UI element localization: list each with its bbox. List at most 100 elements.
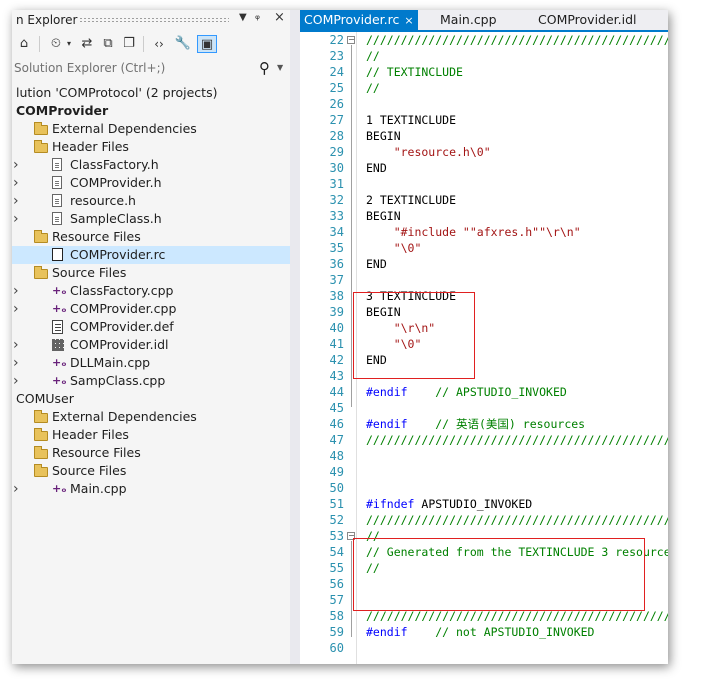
code-line[interactable]: // TEXTINCLUDE [366, 64, 463, 80]
code-line[interactable]: BEGIN [366, 208, 401, 224]
expand-arrow-icon[interactable]: › [13, 480, 19, 498]
code-token: BEGIN [366, 209, 401, 223]
tree-item[interactable]: External Dependencies [12, 408, 290, 426]
code-line[interactable]: #ifndef APSTUDIO_INVOKED [366, 496, 532, 512]
tree-item[interactable]: › +ₒ COMProvider.cpp [12, 300, 290, 318]
tab-comprovider-rc[interactable]: COMProvider.rc × [300, 10, 418, 30]
expand-arrow-icon[interactable]: › [13, 300, 19, 318]
code-line[interactable]: ////////////////////////////////////////… [366, 432, 668, 448]
code-line[interactable]: ////////////////////////////////////////… [366, 32, 668, 48]
cpp-file-icon: +ₒ [52, 284, 67, 297]
history-icon[interactable]: ⏲ [46, 35, 66, 53]
code-token: // 英语(美国) resources [407, 417, 586, 431]
expand-arrow-icon[interactable]: › [13, 174, 19, 192]
line-number-margin: 22 23 24 25 26 27 28 29 30 31 32 33 34 35 36 37 38 39 40 41… [300, 32, 356, 664]
home-icon[interactable]: ⌂ [15, 35, 33, 53]
cpp-file-icon: +ₒ [52, 482, 67, 495]
line-number: 37 [329, 273, 344, 287]
collapse-all-icon[interactable]: ⧉ [99, 35, 117, 53]
code-line[interactable]: #endif // 英语(美国) resources [366, 416, 585, 432]
copy-icon[interactable]: ❐ [120, 35, 138, 53]
folder-icon [34, 122, 48, 135]
code-line[interactable]: 2 TEXTINCLUDE [366, 192, 456, 208]
code-line[interactable]: #endif // not APSTUDIO_INVOKED [366, 624, 594, 640]
close-tab-icon[interactable]: × [404, 14, 413, 27]
tree-item[interactable]: lution 'COMProtocol' (2 projects) [12, 84, 290, 102]
code-line[interactable]: "#include ""afxres.h""\r\n" [366, 224, 581, 240]
tree-item[interactable]: COMProvider [12, 102, 290, 120]
line-number: 34 [329, 225, 344, 239]
properties-icon[interactable]: 🔧 [174, 35, 192, 53]
search-input[interactable]: Solution Explorer (Ctrl+;) [14, 61, 165, 75]
line-number: 59 [329, 625, 344, 639]
tree-item[interactable]: › SampleClass.h [12, 210, 290, 228]
close-icon[interactable]: × [274, 10, 285, 25]
pin-icon[interactable]: ᵠ [255, 12, 260, 26]
expand-arrow-icon[interactable]: › [13, 156, 19, 174]
tree-item-label: Resource Files [52, 445, 141, 460]
code-icon[interactable]: ‹› [150, 35, 168, 53]
code-token: 2 TEXTINCLUDE [366, 193, 457, 207]
tree-item[interactable]: Source Files [12, 462, 290, 480]
code-line[interactable]: END [366, 256, 387, 272]
code-editor[interactable]: 22 23 24 25 26 27 28 29 30 31 32 33 34 35 36 37 38 39 40 41… [300, 32, 668, 664]
tab-main-cpp[interactable]: Main.cpp [440, 10, 497, 30]
expand-arrow-icon[interactable]: › [13, 354, 19, 372]
folder-icon [34, 446, 48, 459]
tree-item[interactable]: COMProvider.rc [12, 246, 290, 264]
dropdown-arrow-icon[interactable]: ▼ [239, 12, 247, 23]
code-token: ////////////////////////////////////////… [366, 433, 668, 447]
tree-item[interactable]: Header Files [12, 138, 290, 156]
tree-item[interactable]: › +ₒ ClassFactory.cpp [12, 282, 290, 300]
tree-item[interactable]: External Dependencies [12, 120, 290, 138]
code-token: 1 TEXTINCLUDE [366, 113, 457, 127]
history-dropdown-icon[interactable]: ▾ [64, 35, 74, 53]
tree-item[interactable]: Source Files [12, 264, 290, 282]
search-box[interactable]: Solution Explorer (Ctrl+;) ⚲ ▼ [12, 58, 290, 80]
code-line[interactable]: "\0" [366, 240, 422, 256]
tree-item[interactable]: Resource Files [12, 228, 290, 246]
header-file-icon [52, 158, 62, 171]
toolbar-separator [143, 36, 144, 52]
tree-item-label: Source Files [52, 463, 127, 478]
line-number: 52 [329, 513, 344, 527]
tree-item[interactable]: › +ₒ DLLMain.cpp [12, 354, 290, 372]
search-icon[interactable]: ⚲ [259, 59, 270, 77]
code-line[interactable]: #endif // APSTUDIO_INVOKED [366, 384, 567, 400]
tree-item[interactable]: › ClassFactory.h [12, 156, 290, 174]
expand-arrow-icon[interactable]: › [13, 282, 19, 300]
tree-item[interactable]: Header Files [12, 426, 290, 444]
tree-item-label: Main.cpp [70, 481, 127, 496]
expand-arrow-icon[interactable]: › [13, 210, 19, 228]
line-number: 26 [329, 97, 344, 111]
expand-arrow-icon[interactable]: › [13, 192, 19, 210]
code-line[interactable]: // [366, 80, 380, 96]
code-line[interactable]: ////////////////////////////////////////… [366, 512, 668, 528]
tree-item[interactable]: › +ₒ SampClass.cpp [12, 372, 290, 390]
preview-icon[interactable]: ▣ [197, 35, 217, 53]
sync-icon[interactable]: ⇄ [78, 35, 96, 53]
code-line[interactable]: 1 TEXTINCLUDE [366, 112, 456, 128]
tree-item[interactable]: › resource.h [12, 192, 290, 210]
search-options-dropdown-icon[interactable]: ▼ [277, 63, 283, 72]
expand-arrow-icon[interactable]: › [13, 336, 19, 354]
panel-splitter[interactable] [290, 10, 300, 664]
code-line[interactable]: // [366, 48, 380, 64]
tree-item[interactable]: › COMProvider.idl [12, 336, 290, 354]
code-line[interactable]: END [366, 160, 387, 176]
solution-explorer-toolbar: ⌂ ⏲ ▾ ⇄ ⧉ ❐ ‹› 🔧 ▣ [12, 32, 290, 57]
tree-item[interactable]: › +ₒ Main.cpp [12, 480, 290, 498]
tree-item[interactable]: COMProvider.def [12, 318, 290, 336]
tree-item[interactable]: Resource Files [12, 444, 290, 462]
fold-toggle-icon[interactable]: − [347, 36, 355, 44]
tab-comprovider-idl[interactable]: COMProvider.idl [538, 10, 637, 30]
tab-label: Main.cpp [440, 12, 497, 27]
tree-item-label: SampleClass.h [70, 211, 162, 226]
code-line[interactable]: BEGIN [366, 128, 401, 144]
tree-item[interactable]: › COMProvider.h [12, 174, 290, 192]
tree-item[interactable]: COMUser [12, 390, 290, 408]
code-line[interactable]: "resource.h\0" [366, 144, 491, 160]
tree-item-label: resource.h [70, 193, 136, 208]
expand-arrow-icon[interactable]: › [13, 372, 19, 390]
drag-grip[interactable] [79, 17, 229, 23]
